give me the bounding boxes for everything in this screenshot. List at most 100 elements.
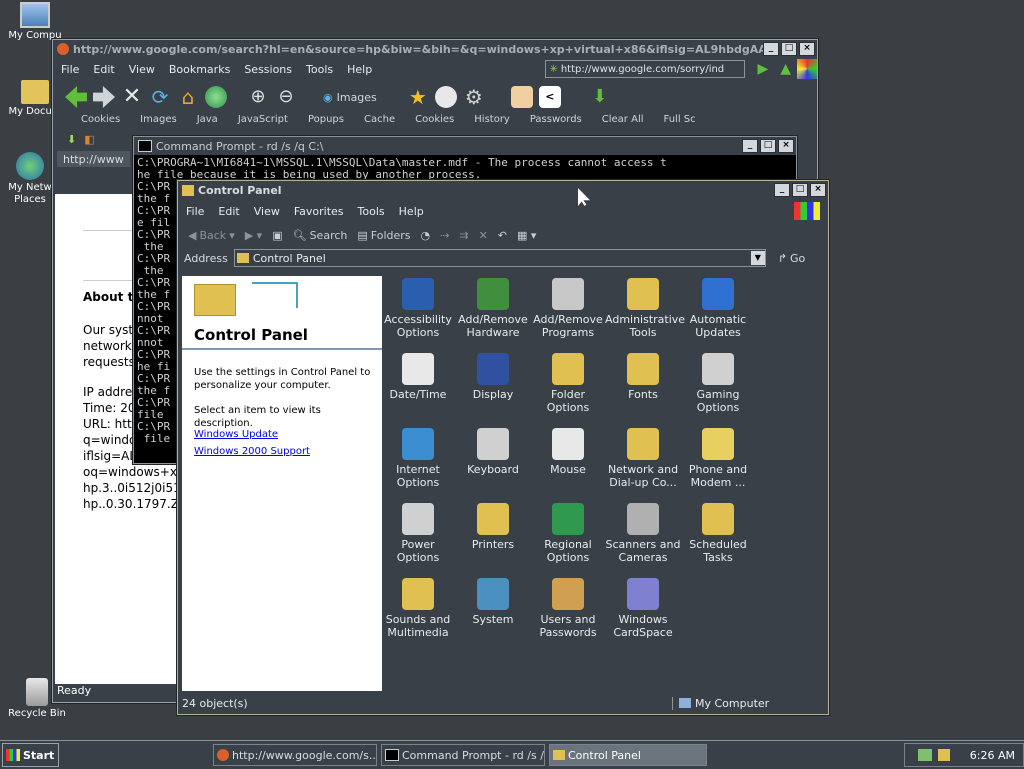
back-button[interactable]: ◀ Back ▾: [188, 229, 235, 242]
maximize-button[interactable]: □: [781, 42, 797, 56]
history-icon[interactable]: ◔: [421, 229, 431, 242]
settings-gear-icon[interactable]: ⚙: [463, 86, 485, 108]
cp-item-mouse[interactable]: Mouse: [530, 428, 606, 476]
menu-view[interactable]: View: [129, 63, 155, 76]
desktop-icon-network-places[interactable]: My Netw Places: [0, 152, 60, 206]
bookmark-item[interactable]: Popups: [308, 114, 344, 128]
cp-item-folder-options[interactable]: Folder Options: [530, 353, 606, 414]
minimize-button[interactable]: _: [763, 42, 779, 56]
volume-tray-icon[interactable]: [937, 749, 950, 761]
cp-item-network[interactable]: Network and Dial-up Co...: [605, 428, 681, 489]
dropdown-arrow-icon[interactable]: ▼: [750, 251, 765, 265]
network-tray-icon[interactable]: [917, 749, 932, 761]
bookmark-item[interactable]: Cache: [364, 114, 395, 128]
cp-item-accessibility[interactable]: Accessibility Options: [380, 278, 456, 339]
menu-edit[interactable]: Edit: [218, 205, 239, 218]
taskbar-button-control-panel[interactable]: Control Panel: [549, 744, 707, 766]
cp-item-gaming[interactable]: Gaming Options: [680, 353, 756, 414]
taskbar-button-cmd[interactable]: Command Prompt - rd /s /...: [381, 744, 545, 766]
cp-item-scanner[interactable]: Scanners and Cameras: [605, 503, 681, 564]
menu-favorites[interactable]: Favorites: [294, 205, 344, 218]
start-button[interactable]: Start: [2, 743, 59, 767]
back-arrow-icon[interactable]: [65, 86, 87, 108]
download-icon[interactable]: ⬇: [589, 86, 611, 108]
minimize-button[interactable]: _: [774, 183, 790, 197]
clock-icon[interactable]: [434, 86, 457, 108]
download-panel-icon[interactable]: ⬇: [67, 133, 76, 146]
cp-item-system[interactable]: System: [455, 578, 531, 626]
zoom-out-icon[interactable]: ⊖: [275, 86, 297, 108]
up-arrow-icon[interactable]: ▲: [780, 61, 791, 77]
menu-tools[interactable]: Tools: [358, 205, 385, 218]
control-panel-window[interactable]: Control Panel _ □ × File Edit View Favor…: [177, 180, 829, 715]
menu-file[interactable]: File: [186, 205, 204, 218]
cp-item-hardware[interactable]: Add/Remove Hardware: [455, 278, 531, 339]
bookmark-item[interactable]: Images: [140, 114, 177, 128]
cp-item-date-time[interactable]: Date/Time: [380, 353, 456, 401]
move-to-icon[interactable]: ⇢: [440, 229, 449, 242]
menu-file[interactable]: File: [61, 63, 79, 76]
browser-tab[interactable]: http://www: [57, 151, 130, 167]
minimize-button[interactable]: _: [742, 139, 758, 153]
reload-icon[interactable]: ⟳: [149, 86, 171, 108]
views-icon[interactable]: ▦ ▾: [517, 229, 536, 242]
cp-item-phone[interactable]: Phone and Modem ...: [680, 428, 756, 489]
menu-help[interactable]: Help: [347, 63, 372, 76]
up-folder-icon[interactable]: ▣: [272, 229, 282, 242]
opera-menu-icon[interactable]: [797, 59, 817, 79]
desktop-icon-my-computer[interactable]: My Compu: [0, 2, 70, 42]
go-button[interactable]: ↱ Go: [778, 252, 805, 265]
forward-button[interactable]: ▶ ▾: [245, 229, 262, 242]
cp-item-internet[interactable]: Internet Options: [380, 428, 456, 489]
cp-item-printers[interactable]: Printers: [455, 503, 531, 551]
globe-icon[interactable]: [205, 86, 227, 108]
undo-icon[interactable]: ↶: [498, 229, 507, 242]
cp-item-cardspace[interactable]: Windows CardSpace: [605, 578, 681, 639]
windows-2000-support-link[interactable]: Windows 2000 Support: [194, 446, 310, 457]
folders-button[interactable]: ▤ Folders: [357, 229, 410, 242]
cp-item-updates[interactable]: Automatic Updates: [680, 278, 756, 339]
browser-titlebar[interactable]: http://www.google.com/search?hl=en&sourc…: [53, 40, 817, 58]
source-icon[interactable]: <: [538, 86, 561, 108]
cp-item-sounds[interactable]: Sounds and Multimedia: [380, 578, 456, 639]
menu-sessions[interactable]: Sessions: [244, 63, 292, 76]
images-toggle[interactable]: ◉ Images: [323, 91, 377, 104]
taskbar-button-browser[interactable]: http://www.google.com/s...: [213, 744, 377, 766]
menu-edit[interactable]: Edit: [93, 63, 114, 76]
url-field[interactable]: ✳ http://www.google.com/sorry/ind: [545, 60, 746, 78]
cp-item-programs[interactable]: Add/Remove Programs: [530, 278, 606, 339]
cp-item-fonts[interactable]: Fonts: [605, 353, 681, 401]
cp-item-display[interactable]: Display: [455, 353, 531, 401]
panel-icon[interactable]: ◧: [84, 133, 94, 146]
cp-item-power[interactable]: Power Options: [380, 503, 456, 564]
bookmark-item[interactable]: History: [474, 114, 510, 128]
forward-arrow-icon[interactable]: [93, 86, 115, 108]
close-button[interactable]: ×: [799, 42, 815, 56]
home-icon[interactable]: ⌂: [177, 86, 199, 108]
bookmark-item[interactable]: Cookies: [415, 114, 454, 128]
search-button[interactable]: 🔍︎ Search: [293, 229, 348, 242]
close-button[interactable]: ×: [778, 139, 794, 153]
cp-item-tasks[interactable]: Scheduled Tasks: [680, 503, 756, 564]
bookmark-item[interactable]: Cookies: [81, 114, 120, 128]
menu-bookmarks[interactable]: Bookmarks: [169, 63, 230, 76]
cp-item-keyboard[interactable]: Keyboard: [455, 428, 531, 476]
maximize-button[interactable]: □: [760, 139, 776, 153]
clock[interactable]: 6:26 AM: [970, 749, 1015, 762]
copy-to-icon[interactable]: ⇉: [459, 229, 468, 242]
cp-item-regional[interactable]: Regional Options: [530, 503, 606, 564]
cp-item-users[interactable]: Users and Passwords: [530, 578, 606, 639]
bookmark-item[interactable]: Java: [197, 114, 218, 128]
zoom-in-icon[interactable]: ⊕: [247, 86, 269, 108]
cp-titlebar[interactable]: Control Panel _ □ ×: [178, 181, 828, 199]
cp-item-admin-tools[interactable]: Administrative Tools: [605, 278, 685, 339]
star-icon[interactable]: ★: [407, 86, 429, 108]
stop-icon[interactable]: ✕: [121, 86, 143, 108]
address-input[interactable]: Control Panel ▼: [233, 249, 766, 267]
bookmark-item[interactable]: Passwords: [530, 114, 582, 128]
menu-view[interactable]: View: [254, 205, 280, 218]
maximize-button[interactable]: □: [792, 183, 808, 197]
menu-help[interactable]: Help: [399, 205, 424, 218]
delete-icon[interactable]: ✕: [479, 229, 488, 242]
bookmark-item[interactable]: Full Sc: [664, 114, 696, 128]
